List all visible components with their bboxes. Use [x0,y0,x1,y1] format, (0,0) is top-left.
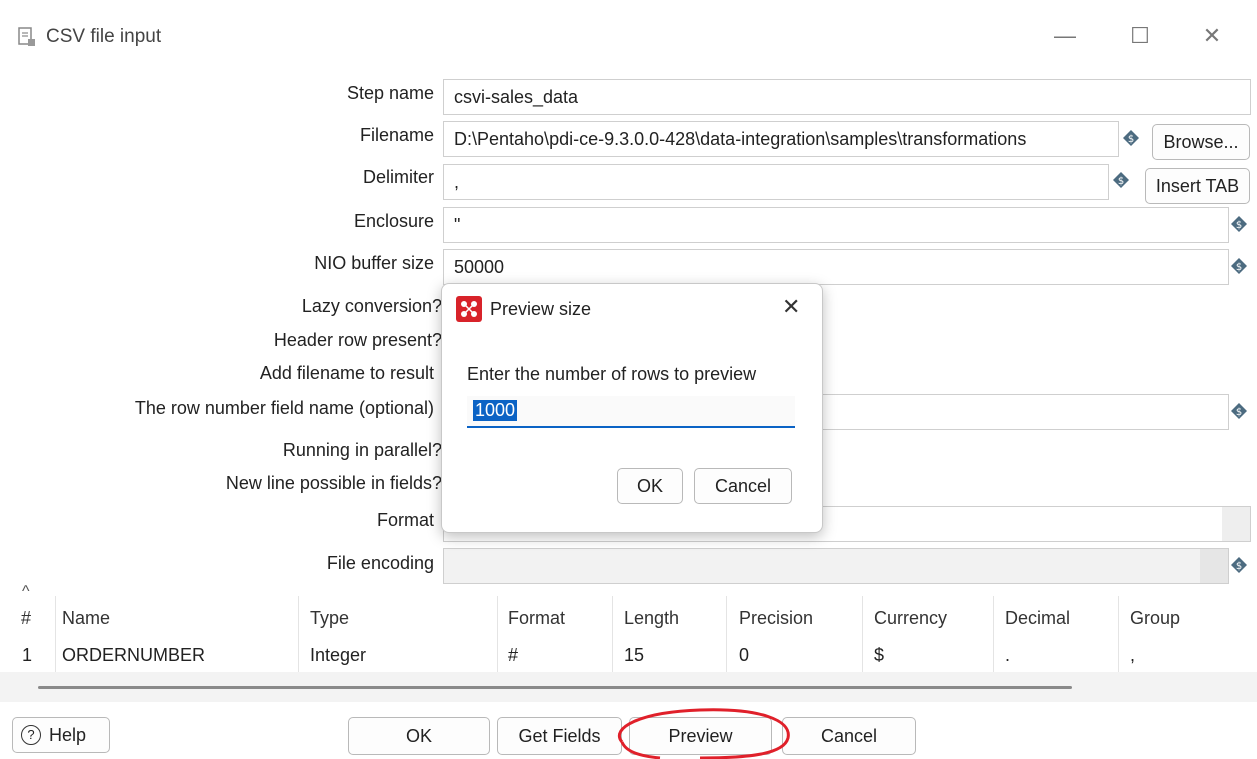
preview-size-dialog: Preview size ✕ Enter the number of rows … [441,283,823,533]
nio-buffer-input[interactable]: 50000 [443,249,1229,285]
maximize-button[interactable]: ☐ [1120,18,1160,54]
sort-arrow-icon[interactable]: ^ [22,583,30,601]
add-filename-label: Add filename to result [259,363,434,383]
column-divider [726,596,727,672]
dialog-ok-button[interactable]: OK [617,468,683,504]
column-header-precision[interactable]: Precision [739,608,813,629]
variable-icon[interactable]: $ [1113,172,1129,188]
variable-icon[interactable]: $ [1231,216,1247,232]
rows-to-preview-input[interactable]: 1000 [467,396,795,428]
window-title: CSV file input [46,26,162,47]
dialog-close-button[interactable]: ✕ [782,294,800,320]
format-dropdown-button[interactable] [1222,507,1250,541]
help-button[interactable]: ? Help [12,717,110,753]
step-name-input[interactable]: csvi-sales_data [443,79,1251,115]
header-spacer [0,595,1257,596]
column-divider [298,596,299,672]
column-divider [993,596,994,672]
table-cell-type[interactable]: Integer [310,645,366,666]
column-divider [497,596,498,672]
pentaho-app-icon [456,296,482,322]
parallel-label: Running in parallel? [282,440,442,460]
variable-icon[interactable]: $ [1231,557,1247,573]
table-cell-group[interactable]: , [1130,645,1135,666]
table-cell-currency[interactable]: $ [874,645,884,666]
table-cell-precision[interactable]: 0 [739,645,749,666]
step-name-label: Step name [346,83,434,103]
ok-button[interactable]: OK [348,717,490,755]
column-divider [55,596,56,672]
variable-icon[interactable]: $ [1231,258,1247,274]
lazy-conversion-label: Lazy conversion? [301,296,442,316]
table-cell-length[interactable]: 15 [624,645,644,666]
file-encoding-select[interactable] [443,548,1229,584]
help-button-label: Help [49,725,87,745]
column-header-currency[interactable]: Currency [874,608,947,629]
svg-text:$: $ [1118,176,1124,187]
rows-to-preview-value: 1000 [473,400,518,421]
svg-text:$: $ [1236,561,1242,572]
svg-text:$: $ [1236,407,1242,418]
annotation-circle [618,708,790,759]
table-cell-number[interactable]: 1 [22,645,32,666]
enclosure-input[interactable]: " [443,207,1229,243]
help-icon: ? [21,725,41,745]
column-header-type[interactable]: Type [310,608,349,629]
table-cell-format[interactable]: # [508,645,518,666]
filename-input[interactable]: D:\Pentaho\pdi-ce-9.3.0.0-428\data-integ… [443,121,1119,157]
column-header-group[interactable]: Group [1130,608,1180,629]
delimiter-input[interactable]: , [443,164,1109,200]
file-encoding-label: File encoding [326,553,434,573]
column-header-format[interactable]: Format [508,608,565,629]
file-encoding-dropdown-button[interactable] [1200,549,1228,583]
row-number-label: The row number field name (optional) [134,398,434,418]
minimize-button[interactable]: — [1045,18,1085,54]
horizontal-scrollbar[interactable] [38,686,1072,689]
insert-tab-button[interactable]: Insert TAB [1145,168,1250,204]
format-label: Format [376,510,434,530]
column-header-decimal[interactable]: Decimal [1005,608,1070,629]
svg-text:$: $ [1128,134,1134,145]
table-cell-name[interactable]: ORDERNUMBER [62,645,205,666]
dialog-prompt: Enter the number of rows to preview [467,364,757,384]
newline-label: New line possible in fields? [225,473,442,493]
table-cell-decimal[interactable]: . [1005,645,1010,666]
cancel-button[interactable]: Cancel [782,717,916,755]
column-divider [1118,596,1119,672]
nio-buffer-label: NIO buffer size [314,253,434,273]
svg-text:$: $ [1236,220,1242,231]
column-header-length[interactable]: Length [624,608,679,629]
csv-file-icon [18,27,35,46]
svg-text:$: $ [1236,262,1242,273]
dialog-cancel-button[interactable]: Cancel [694,468,792,504]
enclosure-label: Enclosure [353,211,434,231]
variable-icon[interactable]: $ [1231,403,1247,419]
variable-icon[interactable]: $ [1123,130,1139,146]
column-header-number[interactable]: # [21,608,31,629]
column-header-name[interactable]: Name [62,608,110,629]
delimiter-label: Delimiter [362,167,434,187]
filename-label: Filename [359,125,434,145]
dialog-title: Preview size [490,299,592,319]
column-divider [612,596,613,672]
browse-button[interactable]: Browse... [1152,124,1250,160]
header-row-label: Header row present? [273,330,442,350]
column-divider [862,596,863,672]
close-window-button[interactable]: ✕ [1192,18,1232,54]
